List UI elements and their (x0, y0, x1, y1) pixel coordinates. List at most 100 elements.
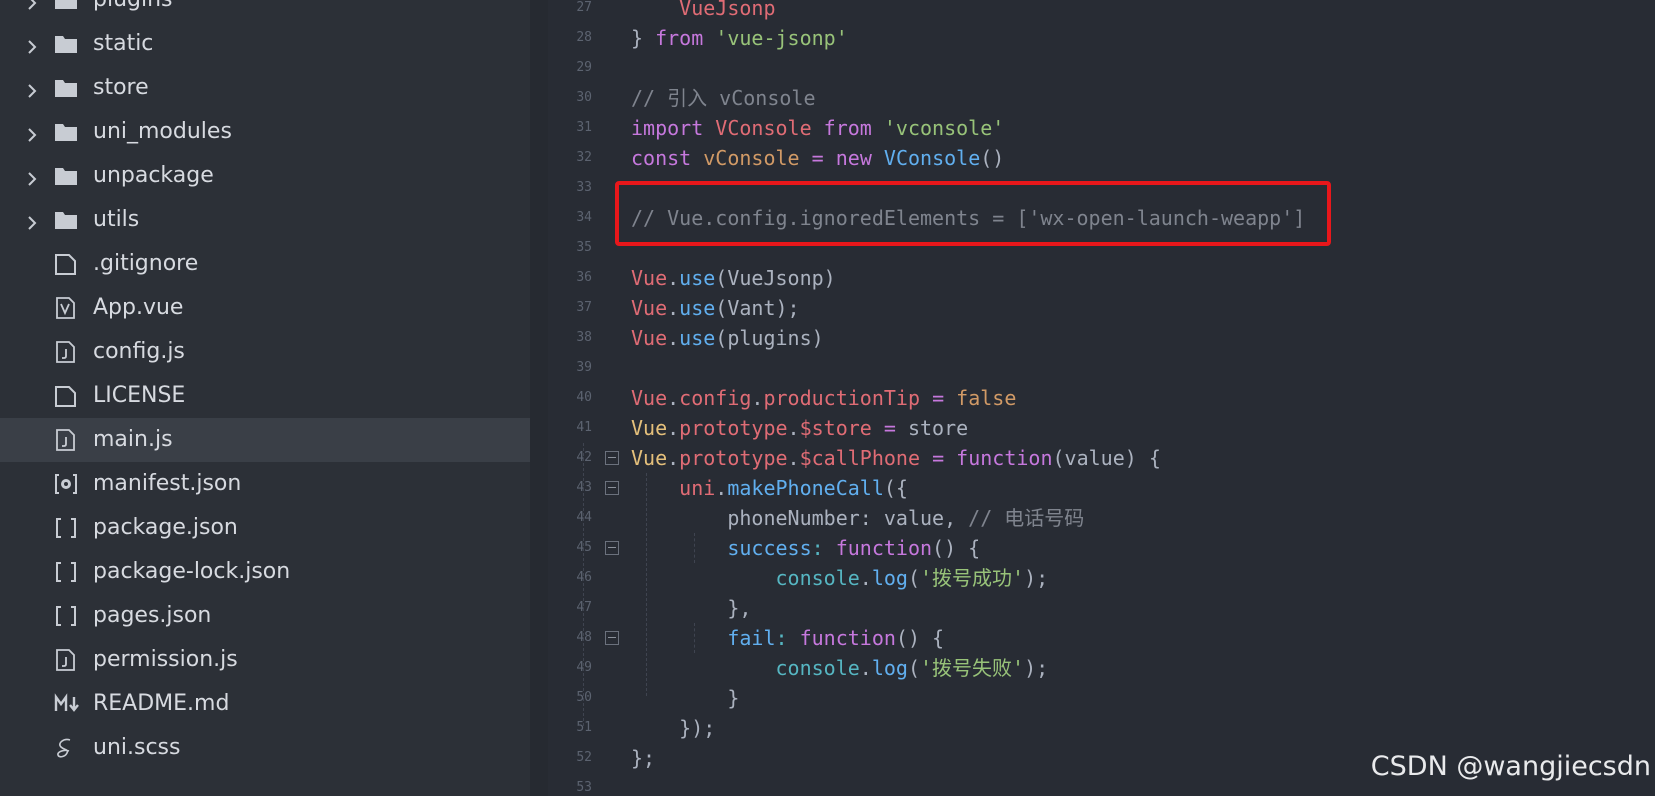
file-item[interactable]: pages.json (0, 594, 530, 638)
js-file-icon (54, 341, 78, 363)
line-number: 38 (576, 330, 592, 345)
code-line[interactable]: 47 }, (548, 593, 1655, 623)
code-token: console (775, 566, 860, 590)
code-line[interactable]: 29 (548, 53, 1655, 83)
fold-toggle-icon[interactable] (605, 541, 619, 555)
file-item[interactable]: uni.scss (0, 726, 530, 770)
code-line[interactable]: 50 } (548, 683, 1655, 713)
code-token: VConsole (883, 146, 981, 170)
code-line[interactable]: 32 const vConsole = new VConsole() (548, 143, 1655, 173)
fold-toggle-icon[interactable] (605, 451, 619, 465)
file-item[interactable]: App.vue (0, 286, 530, 330)
folder-item[interactable]: plugins (0, 0, 530, 22)
code-text: VueJsonp (631, 0, 775, 23)
code-token: console (775, 656, 860, 680)
tree-item-label: manifest.json (93, 471, 242, 496)
file-item[interactable]: README.md (0, 682, 530, 726)
code-line[interactable]: 31 import VConsole from 'vconsole' (548, 113, 1655, 143)
code-line[interactable]: 44 phoneNumber: value, // 电话号码 (548, 503, 1655, 533)
chevron-right-icon[interactable] (24, 0, 40, 10)
chevron-right-icon[interactable] (24, 124, 40, 142)
line-number: 28 (576, 30, 592, 45)
code-editor[interactable]: 27 VueJsonp 28} from 'vue-jsonp' 29 30// 引入… (548, 0, 1655, 796)
line-number: 30 (576, 90, 592, 105)
line-number: 27 (576, 0, 592, 15)
code-line[interactable]: 30 // 引入 vConsole (548, 83, 1655, 113)
code-line[interactable]: 41 Vue.prototype.$store = store (548, 413, 1655, 443)
code-token: . (667, 266, 680, 290)
folder-item[interactable]: uni_modules (0, 110, 530, 154)
code-token: Vue (631, 326, 668, 350)
code-line[interactable]: 48 fail: function() { (548, 623, 1655, 653)
code-text: } (631, 683, 739, 713)
code-token: from (655, 26, 704, 50)
folder-item[interactable]: utils (0, 198, 530, 242)
file-item[interactable]: config.js (0, 330, 530, 374)
chevron-right-icon[interactable] (24, 212, 40, 230)
file-item[interactable]: permission.js (0, 638, 530, 682)
code-line[interactable]: 39 (548, 353, 1655, 383)
folder-item[interactable]: static (0, 22, 530, 66)
file-item[interactable]: main.js (0, 418, 530, 462)
sidebar-divider[interactable] (530, 0, 548, 796)
code-line[interactable]: 40 Vue.config.productionTip = false (548, 383, 1655, 413)
code-token: VConsole (715, 116, 812, 140)
code-line[interactable]: 42 Vue.prototype.$callPhone = function(va… (548, 443, 1655, 473)
code-token: new (835, 146, 872, 170)
file-item[interactable]: .gitignore (0, 242, 530, 286)
chevron-right-icon[interactable] (24, 168, 40, 186)
line-number: 52 (576, 750, 592, 765)
line-number: 37 (576, 300, 592, 315)
folder-item[interactable]: store (0, 66, 530, 110)
fold-toggle-icon[interactable] (605, 481, 619, 495)
code-token: '拨号成功' (920, 566, 1025, 590)
code-line[interactable]: 36 Vue.use(VueJsonp) (548, 263, 1655, 293)
code-line[interactable]: 28} from 'vue-jsonp' (548, 23, 1655, 53)
code-line[interactable]: 38 Vue.use(plugins) (548, 323, 1655, 353)
code-token: () (980, 146, 1005, 170)
code-token: . (787, 416, 800, 440)
scss-icon (54, 737, 78, 759)
line-number: 49 (576, 660, 592, 675)
code-token: (value) { (1052, 446, 1161, 470)
file-item[interactable]: package.json (0, 506, 530, 550)
code-text: phoneNumber: value, // 电话号码 (631, 503, 1084, 533)
line-number: 45 (576, 540, 592, 555)
code-line[interactable]: 49 console.log('拨号失败'); (548, 653, 1655, 683)
code-line[interactable]: 43 uni.makePhoneCall({ (548, 473, 1655, 503)
code-token: = (932, 386, 945, 410)
fold-toggle-icon[interactable] (605, 631, 619, 645)
code-token: = (811, 146, 824, 170)
code-text: uni.makePhoneCall({ (631, 473, 908, 503)
code-token: . (751, 386, 764, 410)
code-line[interactable]: 45 success: function() { (548, 533, 1655, 563)
folder-icon (54, 77, 78, 99)
chevron-right-icon[interactable] (24, 36, 40, 54)
code-token: prototype (679, 446, 788, 470)
chevron-right-icon[interactable] (24, 80, 40, 98)
code-line[interactable]: 27 VueJsonp (548, 0, 1655, 23)
code-line[interactable]: 46 console.log('拨号成功'); (548, 563, 1655, 593)
code-text: Vue.config.productionTip = false (631, 383, 1016, 413)
code-line[interactable]: 51 }); (548, 713, 1655, 743)
file-icon (54, 253, 78, 275)
code-token: . (715, 476, 728, 500)
code-line[interactable]: 37 Vue.use(Vant); (548, 293, 1655, 323)
file-item[interactable]: LICENSE (0, 374, 530, 418)
line-number: 46 (576, 570, 592, 585)
highlight-annotation-box (615, 181, 1331, 246)
code-token: . (667, 326, 680, 350)
code-token: Vue (631, 386, 668, 410)
code-token: = (883, 416, 896, 440)
code-token: () { (895, 626, 945, 650)
file-item[interactable]: manifest.json (0, 462, 530, 506)
code-text: Vue.use(Vant); (631, 293, 800, 323)
folder-item[interactable]: unpackage (0, 154, 530, 198)
file-item[interactable]: package-lock.json (0, 550, 530, 594)
